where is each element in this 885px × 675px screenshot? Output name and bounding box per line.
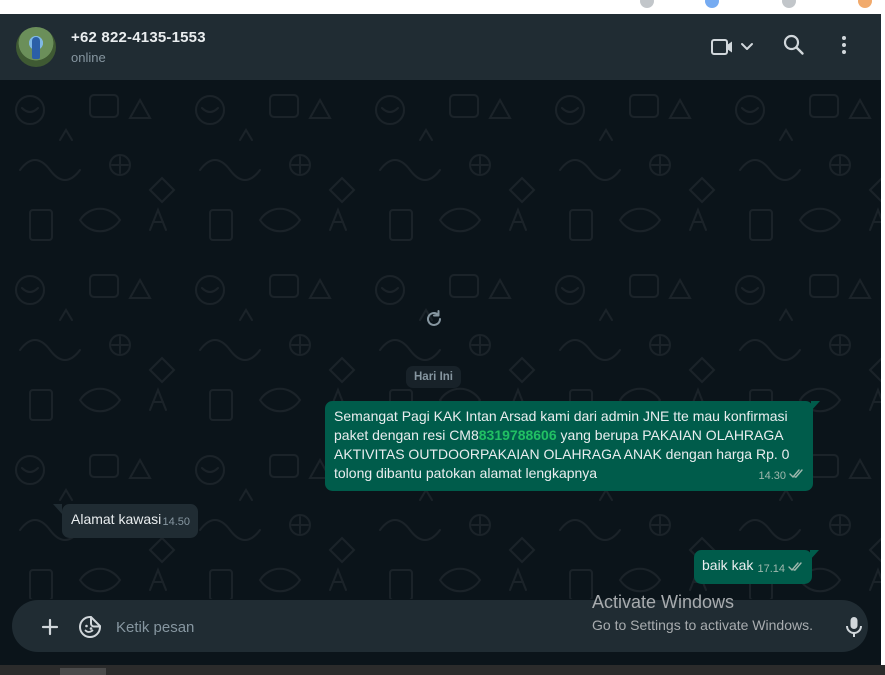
sticker-icon[interactable] — [78, 615, 102, 644]
contact-status: online — [71, 50, 106, 65]
bubble-tail — [810, 550, 819, 560]
message-bubble-outgoing[interactable]: Semangat Pagi KAK Intan Arsad kami dari … — [325, 401, 813, 491]
refresh-icon[interactable] — [424, 309, 444, 334]
scrollbar-thumb[interactable] — [60, 668, 106, 675]
message-input[interactable] — [114, 614, 586, 640]
avatar-figure — [32, 37, 40, 59]
message-meta: 17.14 — [757, 560, 804, 579]
menu-icon[interactable] — [833, 34, 855, 61]
message-meta: 14.50 — [162, 513, 190, 532]
message-bubble-outgoing[interactable]: baik kak 17.14 — [694, 550, 812, 584]
horizontal-scrollbar[interactable] — [0, 665, 885, 675]
message-time: 14.30 — [758, 470, 786, 482]
contact-name[interactable]: +62 822-4135-1553 — [71, 29, 206, 46]
bubble-tail — [811, 401, 820, 411]
message-meta: 14.30 — [758, 467, 805, 486]
message-text: baik kak — [702, 557, 754, 573]
message-list[interactable]: Hari Ini Semangat Pagi KAK Intan Arsad k… — [0, 80, 881, 599]
windows-activation-watermark: Activate Windows Go to Settings to activ… — [592, 592, 813, 633]
search-icon[interactable] — [783, 34, 805, 61]
window-edge — [881, 14, 885, 665]
double-check-icon — [788, 560, 804, 579]
double-check-icon — [789, 467, 805, 486]
avatar[interactable] — [16, 27, 56, 67]
message-bubble-incoming[interactable]: Alamat kawasi 14.50 — [62, 504, 198, 538]
watermark-subtitle: Go to Settings to activate Windows. — [592, 617, 813, 633]
bubble-tail — [53, 504, 62, 514]
tracking-number-link[interactable]: 8319788606 — [479, 427, 557, 443]
extension-icon — [858, 0, 872, 8]
chat-header[interactable]: +62 822-4135-1553 online — [0, 14, 881, 80]
browser-toolbar-edge — [0, 0, 885, 14]
star-icon — [705, 0, 719, 8]
message-time: 14.50 — [162, 516, 190, 528]
profile-icon — [782, 0, 796, 8]
whatsapp-chat-window: +62 822-4135-1553 online Hari Ini Semang… — [0, 14, 881, 665]
watermark-title: Activate Windows — [592, 592, 735, 612]
message-text: Semangat Pagi KAK Intan Arsad kami dari … — [334, 407, 804, 483]
toolbar-icon-fragment — [640, 0, 654, 8]
microphone-icon[interactable] — [845, 616, 863, 643]
message-time: 17.14 — [757, 563, 785, 575]
date-divider: Hari Ini — [406, 366, 461, 388]
message-text: Alamat kawasi — [71, 511, 162, 527]
attach-plus-icon[interactable] — [40, 617, 60, 642]
video-call-icon[interactable] — [711, 38, 757, 61]
